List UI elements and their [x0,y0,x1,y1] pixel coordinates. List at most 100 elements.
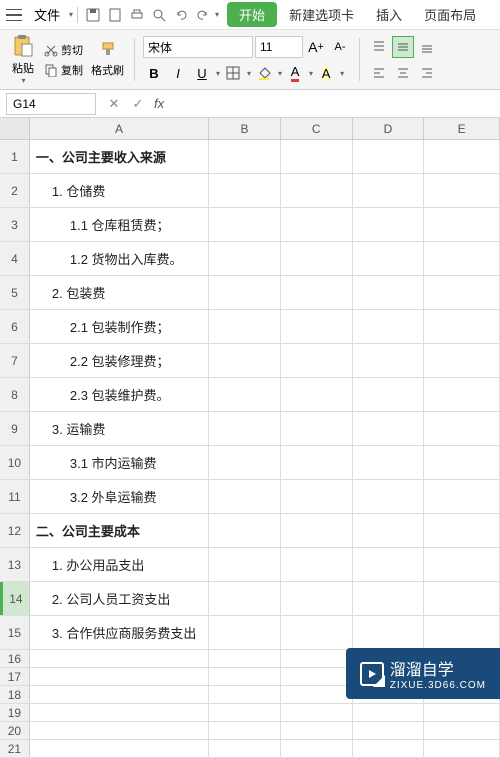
name-box[interactable]: G14 [6,93,96,115]
cell[interactable] [209,412,281,445]
paste-button[interactable]: 粘贴▾ [8,32,38,87]
cell[interactable] [281,616,353,649]
cell[interactable] [353,480,425,513]
font-size-select[interactable] [255,36,303,58]
cell[interactable] [209,140,281,173]
cell[interactable] [424,548,500,581]
col-header-c[interactable]: C [281,118,353,139]
row-header[interactable]: 11 [0,480,30,513]
row-header[interactable]: 1 [0,140,30,173]
cell[interactable] [424,514,500,547]
cell[interactable] [424,140,500,173]
cell[interactable]: 2.1 包装制作费； [30,310,209,343]
cell[interactable] [424,242,500,275]
row-header[interactable]: 15 [0,616,30,649]
row-header[interactable]: 20 [0,722,30,739]
cell[interactable] [209,344,281,377]
align-bottom-button[interactable] [416,36,438,58]
cell[interactable] [209,650,281,667]
tab-layout[interactable]: 页面布局 [414,2,486,27]
row-header[interactable]: 5 [0,276,30,309]
cell[interactable] [353,140,425,173]
cell[interactable] [353,722,425,739]
font-shrink-button[interactable]: A- [329,36,351,58]
row-header[interactable]: 3 [0,208,30,241]
tab-insert[interactable]: 插入 [366,2,412,27]
cell[interactable] [353,514,425,547]
cell[interactable] [281,548,353,581]
cell[interactable] [424,412,500,445]
align-middle-button[interactable] [392,36,414,58]
align-center-button[interactable] [392,62,414,84]
cell[interactable] [424,208,500,241]
cell[interactable]: 1. 办公用品支出 [30,548,209,581]
cell[interactable] [281,740,353,757]
cell[interactable]: 1. 仓储费 [30,174,209,207]
font-color-button[interactable]: A [284,62,306,84]
cell[interactable] [424,446,500,479]
select-all-corner[interactable] [0,118,30,139]
cell[interactable] [209,276,281,309]
cell[interactable] [424,174,500,207]
cell[interactable]: 2.2 包装修理费； [30,344,209,377]
cell[interactable] [424,740,500,757]
cell[interactable]: 3. 运输费 [30,412,209,445]
cell[interactable] [281,650,353,667]
cell[interactable] [281,704,353,721]
cell[interactable] [30,650,209,667]
row-header[interactable]: 21 [0,740,30,757]
row-header[interactable]: 17 [0,668,30,685]
font-grow-button[interactable]: A+ [305,36,327,58]
cell[interactable] [353,582,425,615]
cell[interactable] [281,722,353,739]
cell[interactable] [209,616,281,649]
row-header[interactable]: 13 [0,548,30,581]
cell[interactable] [209,582,281,615]
cell[interactable] [281,480,353,513]
cell[interactable] [281,140,353,173]
cell[interactable] [353,208,425,241]
italic-button[interactable]: I [167,62,189,84]
cell[interactable] [353,548,425,581]
cell[interactable] [209,704,281,721]
undo-icon[interactable] [170,4,192,26]
cell[interactable] [209,242,281,275]
tab-start[interactable]: 开始 [227,2,277,27]
align-top-button[interactable] [368,36,390,58]
cell[interactable] [353,446,425,479]
cell[interactable] [281,412,353,445]
cell[interactable] [209,668,281,685]
row-header[interactable]: 4 [0,242,30,275]
cell[interactable] [353,174,425,207]
cell[interactable] [353,242,425,275]
cell[interactable] [353,740,425,757]
col-header-d[interactable]: D [353,118,425,139]
bold-button[interactable]: B [143,62,165,84]
cell[interactable] [209,174,281,207]
cell[interactable] [209,310,281,343]
redo-icon[interactable] [192,4,214,26]
cell[interactable] [209,208,281,241]
cell[interactable] [353,704,425,721]
cell[interactable] [281,446,353,479]
cell[interactable] [281,344,353,377]
align-left-button[interactable] [368,62,390,84]
highlight-button[interactable]: A [315,62,337,84]
chevron-down-icon[interactable]: ▾ [215,10,219,19]
new-icon[interactable] [104,4,126,26]
cell[interactable] [353,344,425,377]
row-header[interactable]: 2 [0,174,30,207]
cell[interactable] [353,412,425,445]
cell[interactable]: 3. 合作供应商服务费支出 [30,616,209,649]
row-header[interactable]: 7 [0,344,30,377]
cell[interactable]: 2. 包装费 [30,276,209,309]
cell[interactable] [424,344,500,377]
cell[interactable] [353,616,425,649]
fill-color-button[interactable] [253,62,275,84]
cell[interactable]: 一、公司主要收入来源 [30,140,209,173]
row-header[interactable]: 18 [0,686,30,703]
cell[interactable] [281,514,353,547]
row-header[interactable]: 12 [0,514,30,547]
cell[interactable] [209,686,281,703]
row-header[interactable]: 10 [0,446,30,479]
